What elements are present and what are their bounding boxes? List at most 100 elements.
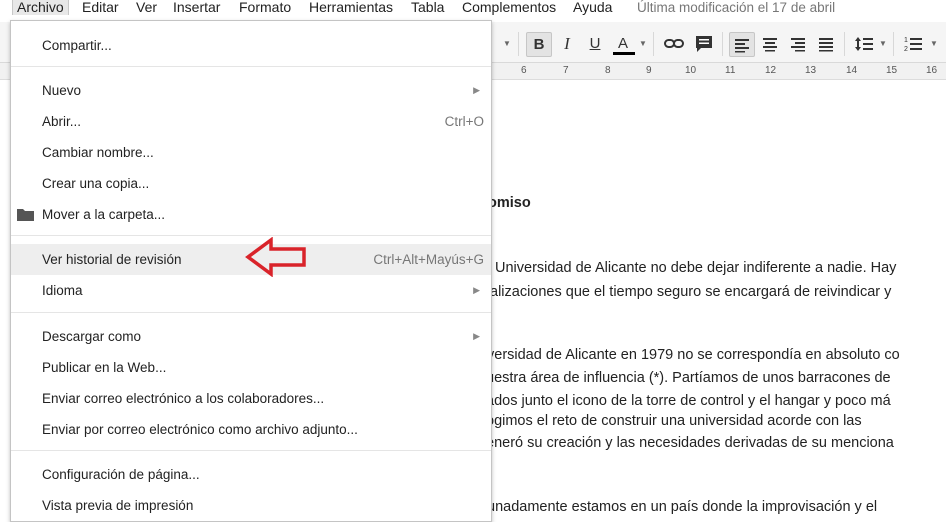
underline-icon: U bbox=[589, 35, 601, 52]
menu-divider bbox=[11, 312, 491, 313]
toolbar-divider bbox=[653, 32, 654, 56]
menu-item-label: Nuevo bbox=[42, 83, 82, 98]
toolbar-divider bbox=[893, 32, 894, 56]
svg-text:2: 2 bbox=[904, 46, 908, 53]
text-color-icon: A bbox=[617, 35, 628, 52]
menu-item-label: Compartir... bbox=[42, 38, 112, 53]
ruler-number: 12 bbox=[765, 65, 777, 76]
menu-item-label: Publicar en la Web... bbox=[42, 360, 167, 375]
menu-item-move-to-folder[interactable]: Mover a la carpeta... bbox=[11, 199, 491, 230]
menu-ver[interactable]: Ver bbox=[136, 0, 157, 15]
menu-item-label: Idioma bbox=[42, 283, 83, 298]
underline-button[interactable]: U bbox=[583, 32, 607, 55]
menu-item-shortcut: Ctrl+Alt+Mayús+G bbox=[373, 252, 484, 267]
ruler-number: 13 bbox=[805, 65, 817, 76]
toolbar-divider bbox=[518, 32, 519, 56]
align-left-icon bbox=[735, 39, 749, 53]
submenu-arrow-icon: ▶ bbox=[473, 285, 480, 295]
menu-item-label: Ver historial de revisión bbox=[42, 252, 182, 267]
ruler-number: 16 bbox=[926, 65, 938, 76]
menu-divider bbox=[11, 450, 491, 451]
document-line: Universidad de Alicante no debe dejar in… bbox=[495, 260, 897, 276]
document-line: eneró su creación y las necesidades deri… bbox=[486, 435, 894, 451]
ruler-number: 8 bbox=[605, 65, 611, 76]
menu-item-label: Abrir... bbox=[42, 114, 82, 129]
arrow-left-icon bbox=[245, 237, 306, 277]
submenu-arrow-icon: ▶ bbox=[473, 85, 480, 95]
text-color-button[interactable]: A bbox=[611, 32, 635, 55]
align-left-button[interactable] bbox=[729, 32, 755, 57]
menu-item-new[interactable]: Nuevo ▶ bbox=[11, 75, 491, 106]
menu-item-download-as[interactable]: Descargar como ▶ bbox=[11, 321, 491, 352]
menu-bar: Archivo Editar Ver Insertar Formato Herr… bbox=[0, 0, 946, 19]
menu-item-email-collaborators[interactable]: Enviar correo electrónico a los colabora… bbox=[11, 383, 491, 414]
menu-item-make-copy[interactable]: Crear una copia... bbox=[11, 168, 491, 199]
menu-item-email-attachment[interactable]: Enviar por correo electrónico como archi… bbox=[11, 414, 491, 445]
menu-item-label: Descargar como bbox=[42, 329, 142, 344]
justify-icon bbox=[819, 38, 833, 52]
menu-ayuda[interactable]: Ayuda bbox=[573, 0, 612, 15]
last-modified-link[interactable]: Última modificación el 17 de abril bbox=[637, 0, 835, 15]
line-spacing-icon bbox=[855, 37, 873, 51]
menu-divider bbox=[11, 235, 491, 236]
toolbar-divider bbox=[722, 32, 723, 56]
menu-item-label: Enviar correo electrónico a los colabora… bbox=[42, 391, 325, 406]
menu-insertar[interactable]: Insertar bbox=[173, 0, 220, 15]
menu-editar[interactable]: Editar bbox=[82, 0, 119, 15]
menu-item-rename[interactable]: Cambiar nombre... bbox=[11, 137, 491, 168]
ruler-number: 9 bbox=[646, 65, 652, 76]
document-line: uestra área de influencia (*). Partíamos… bbox=[486, 370, 891, 386]
italic-button[interactable]: I bbox=[555, 32, 579, 55]
numbered-list-dropdown-arrow-icon[interactable]: ▼ bbox=[930, 39, 938, 48]
ruler-number: 6 bbox=[521, 65, 527, 76]
menu-tabla[interactable]: Tabla bbox=[411, 0, 444, 15]
ruler-number: 14 bbox=[846, 65, 858, 76]
menu-item-label: Cambiar nombre... bbox=[42, 145, 154, 160]
align-center-button[interactable] bbox=[758, 32, 782, 55]
document-line: alizaciones que el tiempo seguro se enca… bbox=[490, 284, 892, 300]
menu-item-publish-web[interactable]: Publicar en la Web... bbox=[11, 352, 491, 383]
numbered-list-icon: 1 2 bbox=[904, 37, 922, 53]
bold-button[interactable]: B bbox=[526, 32, 552, 57]
menu-item-label: Vista previa de impresión bbox=[42, 498, 194, 513]
menu-item-open[interactable]: Abrir... Ctrl+O bbox=[11, 106, 491, 137]
line-spacing-button[interactable] bbox=[852, 32, 876, 55]
menu-item-print-preview[interactable]: Vista previa de impresión bbox=[11, 490, 491, 521]
comment-icon bbox=[696, 36, 712, 52]
document-line: versidad de Alicante en 1979 no se corre… bbox=[487, 347, 900, 363]
menu-archivo[interactable]: Archivo bbox=[12, 0, 69, 15]
menu-item-share[interactable]: Compartir... bbox=[11, 30, 491, 61]
menu-divider bbox=[11, 66, 491, 67]
align-right-button[interactable] bbox=[786, 32, 810, 55]
insert-link-button[interactable] bbox=[662, 32, 686, 55]
menu-item-shortcut: Ctrl+O bbox=[444, 114, 484, 129]
toolbar-divider bbox=[844, 32, 845, 56]
link-icon bbox=[664, 39, 684, 48]
document-heading: omiso bbox=[488, 195, 531, 211]
document-line: unadamente estamos en un país donde la i… bbox=[487, 499, 878, 515]
align-right-icon bbox=[791, 38, 805, 52]
menu-item-label: Mover a la carpeta... bbox=[42, 207, 166, 222]
font-size-dropdown-arrow-icon[interactable]: ▼ bbox=[503, 39, 511, 48]
bold-icon: B bbox=[533, 36, 545, 53]
menu-item-page-setup[interactable]: Configuración de página... bbox=[11, 459, 491, 490]
menu-item-label: Crear una copia... bbox=[42, 176, 150, 191]
justify-button[interactable] bbox=[814, 32, 838, 55]
align-center-icon bbox=[763, 38, 777, 52]
menu-item-label: Enviar por correo electrónico como archi… bbox=[42, 422, 358, 437]
menu-formato[interactable]: Formato bbox=[239, 0, 291, 15]
text-color-dropdown-arrow-icon[interactable]: ▼ bbox=[639, 39, 647, 48]
menu-complementos[interactable]: Complementos bbox=[462, 0, 556, 15]
italic-icon: I bbox=[564, 34, 570, 53]
menu-item-label: Configuración de página... bbox=[42, 467, 200, 482]
insert-comment-button[interactable] bbox=[692, 32, 716, 55]
folder-icon bbox=[17, 209, 34, 221]
ruler-number: 7 bbox=[563, 65, 569, 76]
line-spacing-dropdown-arrow-icon[interactable]: ▼ bbox=[879, 39, 887, 48]
numbered-list-button[interactable]: 1 2 bbox=[901, 32, 925, 55]
menu-herramientas[interactable]: Herramientas bbox=[309, 0, 393, 15]
ruler-number: 15 bbox=[886, 65, 898, 76]
ruler-number: 10 bbox=[685, 65, 697, 76]
menu-item-language[interactable]: Idioma ▶ bbox=[11, 275, 491, 306]
submenu-arrow-icon: ▶ bbox=[473, 331, 480, 341]
